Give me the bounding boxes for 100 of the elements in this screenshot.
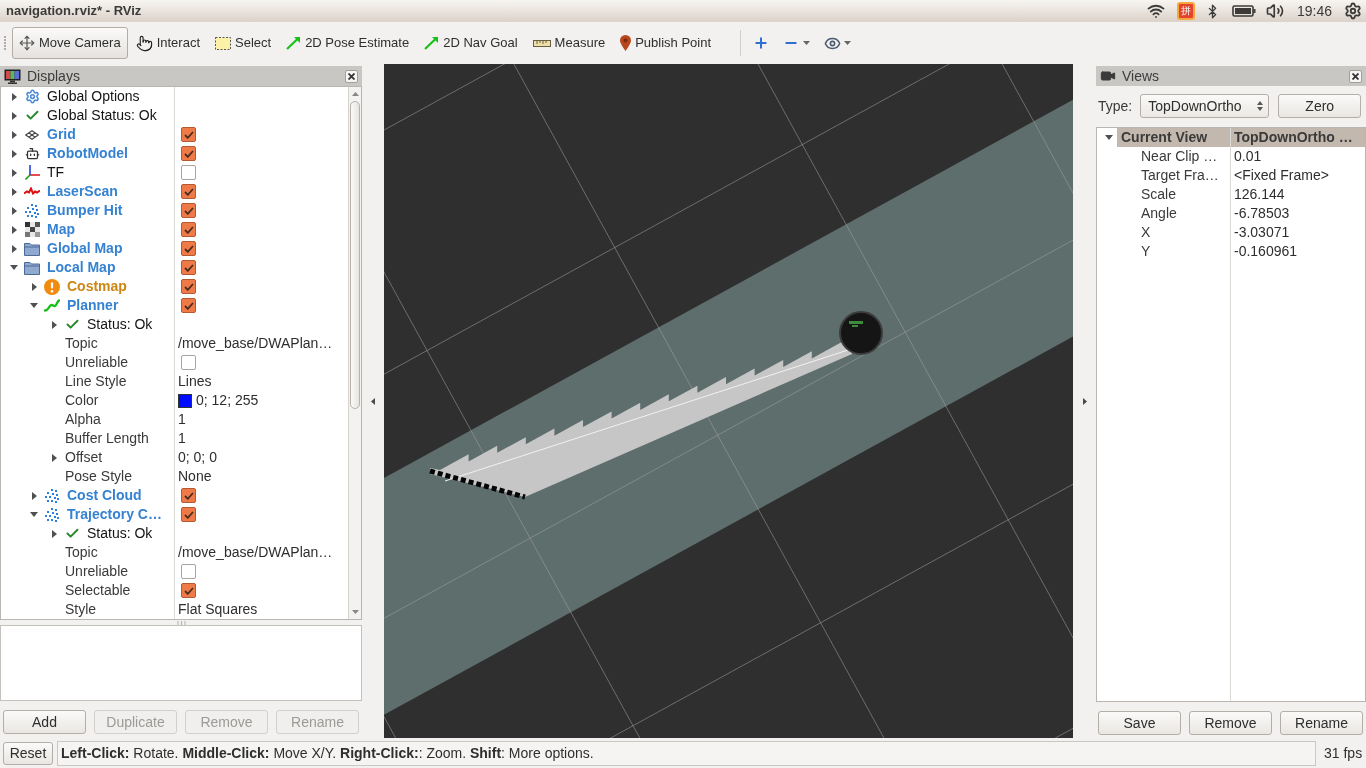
wifi-icon[interactable] xyxy=(1146,2,1165,20)
expand-arrow-icon[interactable] xyxy=(11,168,17,177)
expand-arrow-icon[interactable] xyxy=(11,206,17,215)
caret-down-icon[interactable] xyxy=(844,41,852,45)
property-label[interactable]: Current View xyxy=(1117,128,1230,147)
caret-down-icon[interactable] xyxy=(351,610,359,614)
close-button[interactable] xyxy=(345,69,358,83)
save-button[interactable]: Save xyxy=(1098,711,1181,735)
expand-arrow-icon[interactable] xyxy=(51,529,57,538)
publish-point-tool[interactable]: Publish Point xyxy=(613,27,719,59)
property-label[interactable]: Line Style xyxy=(65,372,127,391)
pose-estimate-tool[interactable]: 2D Pose Estimate xyxy=(279,27,417,59)
status-label[interactable]: Status: Ok xyxy=(87,315,153,334)
caret-down-icon[interactable] xyxy=(803,41,811,45)
expand-arrow-icon[interactable] xyxy=(11,187,17,196)
nav-goal-tool[interactable]: 2D Nav Goal xyxy=(417,27,525,59)
expand-arrow-icon[interactable] xyxy=(11,130,17,139)
grip-icon[interactable] xyxy=(4,36,7,50)
options-label[interactable]: Global Options xyxy=(47,87,140,106)
expand-arrow-icon[interactable] xyxy=(11,149,17,158)
property-label[interactable]: Target Fra… xyxy=(1137,166,1219,185)
map-pin-icon xyxy=(620,35,632,51)
property-label[interactable]: Topic xyxy=(65,334,98,353)
property-label[interactable]: Buffer Length xyxy=(65,429,149,448)
checkbox[interactable] xyxy=(181,507,196,522)
display-label[interactable]: TF xyxy=(47,163,65,182)
display-label[interactable]: Local Map xyxy=(47,258,116,277)
reset-button[interactable]: Reset xyxy=(3,742,53,765)
expand-arrow-icon[interactable] xyxy=(11,244,17,253)
display-label[interactable]: Map xyxy=(47,220,75,239)
add-button[interactable]: Add xyxy=(3,710,86,734)
expand-arrow-icon[interactable] xyxy=(31,282,37,291)
property-label[interactable]: Near Clip … xyxy=(1137,147,1218,166)
close-button[interactable] xyxy=(1349,69,1362,83)
checkbox[interactable] xyxy=(181,260,196,275)
expand-arrow-icon[interactable] xyxy=(11,111,17,120)
gear-icon[interactable] xyxy=(1344,2,1362,20)
expand-arrow-icon[interactable] xyxy=(31,491,37,500)
scrollbar[interactable] xyxy=(348,87,361,619)
display-label[interactable]: Trajectory C… xyxy=(67,505,162,524)
select-tool[interactable]: Select xyxy=(208,27,279,59)
caret-left-icon[interactable] xyxy=(371,398,375,405)
checkbox[interactable] xyxy=(181,127,196,142)
property-label[interactable]: Topic xyxy=(65,543,98,562)
display-label[interactable]: Cost Cloud xyxy=(67,486,142,505)
rename-button[interactable]: Rename xyxy=(1280,711,1363,735)
checkbox[interactable] xyxy=(181,203,196,218)
battery-icon[interactable] xyxy=(1231,5,1256,17)
expand-arrow-icon[interactable] xyxy=(51,453,57,462)
property-label[interactable]: Selectable xyxy=(65,581,131,600)
checkbox[interactable] xyxy=(181,298,196,313)
collapse-arrow-icon[interactable] xyxy=(10,265,18,270)
display-label[interactable]: Bumper Hit xyxy=(47,201,123,220)
property-label[interactable]: Unreliable xyxy=(65,353,129,372)
zero-button[interactable]: Zero xyxy=(1278,94,1362,118)
checkbox[interactable] xyxy=(181,241,196,256)
status-label[interactable]: Status: Ok xyxy=(87,524,153,543)
display-label[interactable]: Planner xyxy=(67,296,119,315)
measure-tool[interactable]: Measure xyxy=(525,27,613,59)
collapse-arrow-icon[interactable] xyxy=(30,512,38,517)
property-label[interactable]: Angle xyxy=(1137,204,1177,223)
checkbox[interactable] xyxy=(181,279,196,294)
checkbox[interactable] xyxy=(181,488,196,503)
property-label[interactable]: X xyxy=(1137,223,1151,242)
checkbox[interactable] xyxy=(181,165,196,180)
property-label[interactable]: Pose Style xyxy=(65,467,132,486)
property-label[interactable]: Unreliable xyxy=(65,562,129,581)
display-label[interactable]: RobotModel xyxy=(47,144,128,163)
checkbox[interactable] xyxy=(181,222,196,237)
checkbox[interactable] xyxy=(181,583,196,598)
property-label[interactable]: Offset xyxy=(65,448,103,467)
checkbox[interactable] xyxy=(181,146,196,161)
caret-right-icon[interactable] xyxy=(1082,398,1087,405)
input-method-indicator[interactable]: 拼 xyxy=(1176,2,1195,20)
move-camera-tool[interactable]: Move Camera xyxy=(12,27,128,59)
property-label[interactable]: Style xyxy=(65,600,97,619)
volume-icon[interactable] xyxy=(1265,2,1284,20)
interact-tool[interactable]: Interact xyxy=(128,27,207,59)
property-label[interactable]: Scale xyxy=(1137,185,1177,204)
collapse-arrow-icon[interactable] xyxy=(1105,135,1113,140)
caret-up-icon[interactable] xyxy=(351,92,359,96)
type-select[interactable]: TopDownOrtho xyxy=(1140,94,1270,118)
remove-button[interactable]: Remove xyxy=(1189,711,1272,735)
expand-arrow-icon[interactable] xyxy=(11,225,17,234)
property-label[interactable]: Alpha xyxy=(65,410,101,429)
checkbox[interactable] xyxy=(181,355,196,370)
checkbox[interactable] xyxy=(181,564,196,579)
checkbox[interactable] xyxy=(181,184,196,199)
3d-viewport[interactable] xyxy=(384,64,1073,738)
display-label[interactable]: LaserScan xyxy=(47,182,118,201)
property-label[interactable]: Y xyxy=(1137,242,1151,261)
property-label[interactable]: Color xyxy=(65,391,99,410)
status-label[interactable]: Global Status: Ok xyxy=(47,106,157,125)
collapse-arrow-icon[interactable] xyxy=(30,303,38,308)
splitter-grip-icon[interactable] xyxy=(176,620,186,625)
expand-arrow-icon[interactable] xyxy=(11,92,17,101)
clock[interactable]: 19:46 xyxy=(1296,0,1332,22)
display-label[interactable]: Global Map xyxy=(47,239,123,258)
expand-arrow-icon[interactable] xyxy=(51,320,57,329)
display-label[interactable]: Grid xyxy=(47,125,76,144)
